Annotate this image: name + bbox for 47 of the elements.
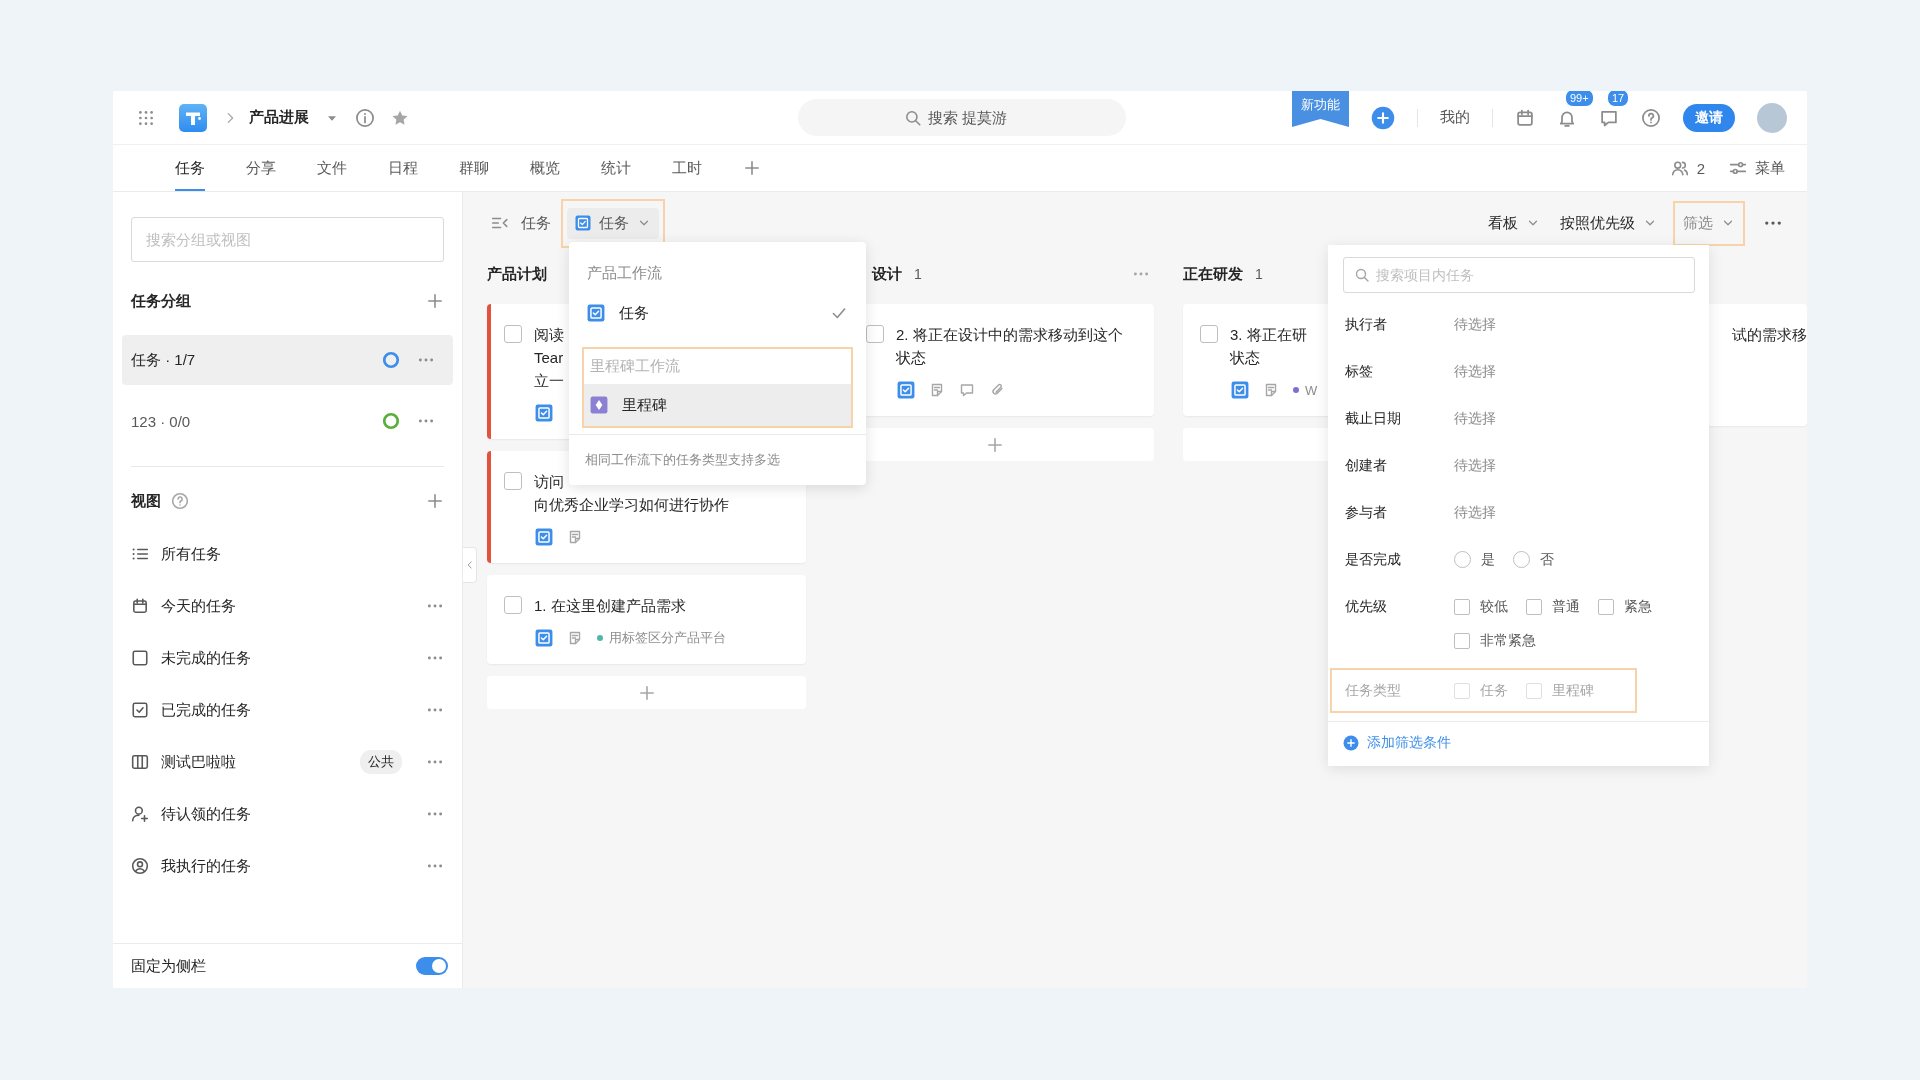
view-label: 已完成的任务 [161, 700, 252, 720]
tag: 公共 [360, 750, 402, 774]
count-badge: 99+ [1565, 91, 1594, 107]
task-title: 阅读 Tear 立一 [534, 325, 564, 391]
option-label: 否 [1540, 550, 1554, 569]
task-title: 2. 将正在设计中的需求移动到这个 状态 [896, 325, 1123, 368]
column-title: 产品计划 [487, 264, 547, 284]
column-count: 1 [914, 266, 922, 282]
task-title: 试的需求移 [1731, 325, 1807, 345]
filter-label: 任务类型 [1345, 681, 1402, 700]
column-title: 设计 [872, 264, 902, 284]
tag-label: 用标签区分产品平台 [609, 629, 726, 647]
hint-text: 相同工作流下的任务类型支持多选 [569, 434, 866, 485]
group-label: 任务 · 1/7 [131, 350, 197, 370]
filter-label: 执行者 [1345, 315, 1388, 334]
filter-label: 参与者 [1345, 503, 1388, 522]
section-title: 任务分组 [131, 291, 191, 311]
filter-label: 标签 [1345, 362, 1374, 381]
option-label: 任务 [1480, 681, 1508, 700]
view-label: 未完成的任务 [161, 648, 252, 668]
group-title: 里程碑工作流 [589, 356, 681, 376]
group-title: 产品工作流 [586, 263, 663, 283]
filter-label: 优先级 [1345, 597, 1388, 616]
filter-label: 创建者 [1345, 456, 1388, 475]
board-title: 任务 [521, 213, 551, 233]
column-count: 1 [1255, 266, 1263, 282]
task-title: 1. 在这里创建产品需求 [534, 596, 686, 616]
filter-label: 截止日期 [1345, 409, 1402, 428]
section-title: 视图 [131, 491, 161, 511]
option-label: 紧急 [1624, 597, 1652, 616]
filter-label: 是否完成 [1345, 550, 1402, 569]
option-label: 非常紧急 [1480, 631, 1536, 650]
count-badge: 17 [1607, 91, 1630, 107]
view-label: 今天的任务 [161, 596, 237, 616]
view-label: 测试巴啦啦 [161, 752, 237, 772]
view-label: 待认领的任务 [161, 804, 252, 824]
column-title: 正在研发 [1183, 264, 1243, 284]
task-title: 3. 将正在研 状态 [1230, 325, 1307, 368]
tag-label: W [1305, 382, 1318, 398]
option-label: 是 [1481, 550, 1495, 569]
view-label: 所有任务 [161, 544, 222, 564]
option-label: 里程碑 [1552, 681, 1594, 700]
group-label: 123 · 0/0 [131, 412, 192, 430]
view-label: 我执行的任务 [161, 856, 252, 876]
pin-label: 固定为侧栏 [131, 956, 206, 976]
option-label: 普通 [1552, 597, 1580, 616]
option-label: 较低 [1480, 597, 1508, 616]
